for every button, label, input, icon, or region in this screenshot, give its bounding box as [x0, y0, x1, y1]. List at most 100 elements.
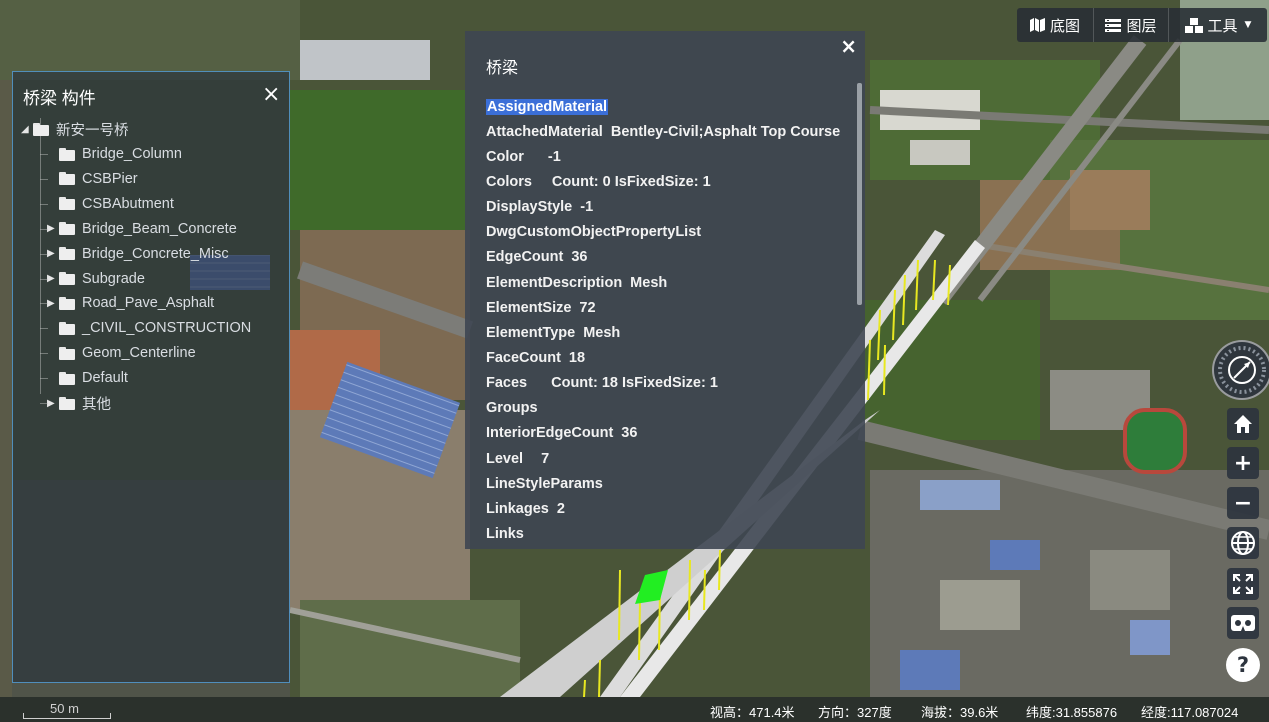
property-key: LineStyleParams [486, 475, 603, 492]
property-row[interactable]: Color -1 [486, 144, 856, 169]
folder-icon [59, 371, 75, 385]
folder-icon [59, 272, 75, 285]
property-row[interactable]: InteriorEdgeCount 36 [486, 421, 856, 446]
property-key: DwgCustomObjectPropertyList [486, 224, 702, 241]
expand-down-icon[interactable]: ◢ [21, 124, 33, 135]
property-value: 36 [621, 425, 638, 442]
sports-field [1123, 408, 1187, 474]
property-value: Bentley-Civil;Asphalt Top Course [610, 123, 841, 140]
basemap-button[interactable]: 底图 [1017, 8, 1093, 42]
tree-root-label: 新安一号桥 [56, 122, 129, 139]
field-patch [300, 600, 520, 697]
property-key: EdgeCount [486, 249, 564, 266]
expand-right-icon[interactable]: ▶ [47, 298, 59, 309]
tree-item[interactable]: ▶ 其他 [40, 392, 111, 414]
tree-item-label: Bridge_Beam_Concrete [82, 220, 237, 237]
tree-root-item[interactable]: ◢ 新安一号桥 [21, 118, 129, 140]
tree-branch-line [40, 278, 48, 280]
view-height-readout: 视高：471.4米 [710, 705, 795, 720]
tree-item[interactable]: Bridge_Column [40, 143, 182, 165]
property-row[interactable]: AttachedMaterial Bentley-Civil;Asphalt To… [486, 119, 856, 144]
property-row[interactable]: DwgCustomObjectPropertyList [486, 220, 856, 245]
property-row[interactable]: FaceCount 18 [486, 345, 856, 370]
property-row[interactable]: ElementSize 72 [486, 295, 856, 320]
property-value: -1 [580, 199, 594, 216]
tools-button[interactable]: 工具 ▼ [1169, 8, 1267, 42]
property-row[interactable]: Groups [486, 396, 856, 421]
expand-right-icon[interactable]: ▶ [47, 223, 59, 234]
tree-item[interactable]: _CIVIL_CONSTRUCTION [40, 317, 252, 339]
property-key: Groups [486, 400, 538, 417]
property-row[interactable]: EdgeCount 36 [486, 245, 856, 270]
building-roof [1090, 550, 1170, 610]
fullscreen-icon [1233, 574, 1253, 594]
folder-icon [59, 147, 75, 161]
property-row[interactable]: Level 7 [486, 446, 856, 471]
help-button[interactable]: ? [1226, 648, 1260, 682]
tree-item-label: CSBPier [82, 170, 138, 187]
tree-item[interactable]: ▶ Subgrade [40, 268, 145, 290]
compass-control[interactable] [1212, 340, 1269, 400]
tree-item[interactable]: CSBPier [40, 168, 138, 190]
layers-button[interactable]: 图层 [1094, 8, 1168, 42]
expand-right-icon[interactable]: ▶ [47, 248, 59, 259]
tree-branch-line [40, 178, 48, 180]
home-button[interactable] [1227, 408, 1259, 440]
property-row[interactable]: ElementType Mesh [486, 320, 856, 345]
building-roof [990, 540, 1040, 570]
fullscreen-button[interactable] [1227, 568, 1259, 600]
folder-icon [59, 296, 75, 310]
tree-item-label: _CIVIL_CONSTRUCTION [82, 320, 252, 337]
property-row[interactable]: AssignedMaterial [486, 94, 856, 119]
tree-item-label: Bridge_Column [82, 146, 182, 162]
tree-item[interactable]: ▶ Bridge_Beam_Concrete [40, 218, 237, 240]
property-value: Mesh [583, 324, 621, 341]
property-row[interactable]: LineStyleParams [486, 471, 856, 496]
property-row[interactable]: Colors Count: 0 IsFixedSize: 1 [486, 169, 856, 194]
tree-item[interactable]: Geom_Centerline [40, 342, 196, 364]
help-icon: ? [1236, 653, 1250, 677]
property-value: 36 [571, 249, 588, 266]
property-key: Colors [486, 173, 532, 190]
property-panel-close-button[interactable]: × [840, 35, 857, 57]
vr-button[interactable] [1227, 607, 1259, 639]
tree-item-label: Geom_Centerline [82, 345, 196, 362]
expand-right-icon[interactable]: ▶ [47, 273, 59, 284]
property-key: ElementSize [486, 299, 572, 316]
property-key: Level [486, 450, 524, 467]
property-row[interactable]: Faces Count: 18 IsFixedSize: 1 [486, 371, 856, 396]
field-patch [290, 90, 470, 230]
property-row[interactable]: Linkages 2 [486, 496, 856, 521]
building-roof [300, 40, 430, 80]
tree-item[interactable]: Default [40, 367, 128, 389]
zoom-out-button[interactable]: − [1227, 487, 1259, 519]
property-key: Color [486, 148, 524, 165]
folder-icon [59, 321, 75, 335]
property-panel: 桥梁 × AssignedMaterial AttachedMaterial Ben… [465, 31, 865, 549]
building-roof [1130, 620, 1170, 655]
property-scrollbar[interactable] [857, 83, 862, 305]
zoom-in-button[interactable]: + [1227, 447, 1259, 479]
top-toolbar: 底图 图层 工具 ▼ [1017, 8, 1267, 42]
property-value: Count: 18 IsFixedSize: 1 [551, 375, 718, 392]
expand-right-icon[interactable]: ▶ [47, 398, 59, 409]
tree-item[interactable]: ▶ Bridge_Concrete_Misc [40, 243, 229, 265]
property-row[interactable]: DisplayStyle -1 [486, 195, 856, 220]
property-row[interactable]: ElementDescription Mesh [486, 270, 856, 295]
property-row[interactable]: Links [486, 521, 856, 546]
scale-bar [23, 713, 111, 719]
globe-view-button[interactable] [1227, 527, 1259, 559]
tree-item[interactable]: CSBAbutment [40, 193, 174, 215]
cubes-icon [1184, 17, 1203, 33]
folder-icon [59, 396, 75, 410]
layers-label: 图层 [1126, 17, 1157, 35]
building-roof [940, 580, 1020, 630]
tree-branch-line [40, 378, 48, 380]
folder-icon [59, 247, 75, 261]
tree-branch-line [40, 403, 48, 404]
tree-item[interactable]: ▶ Road_Pave_Asphalt [40, 292, 214, 314]
field-patch [0, 0, 300, 80]
component-tree-panel: 桥梁 构件 × ◢ 新安一号桥 Bridge_Column CSBPier CSBA… [12, 71, 290, 683]
tree-branch-line [40, 203, 48, 205]
tree-panel-close-button[interactable]: × [262, 84, 280, 106]
